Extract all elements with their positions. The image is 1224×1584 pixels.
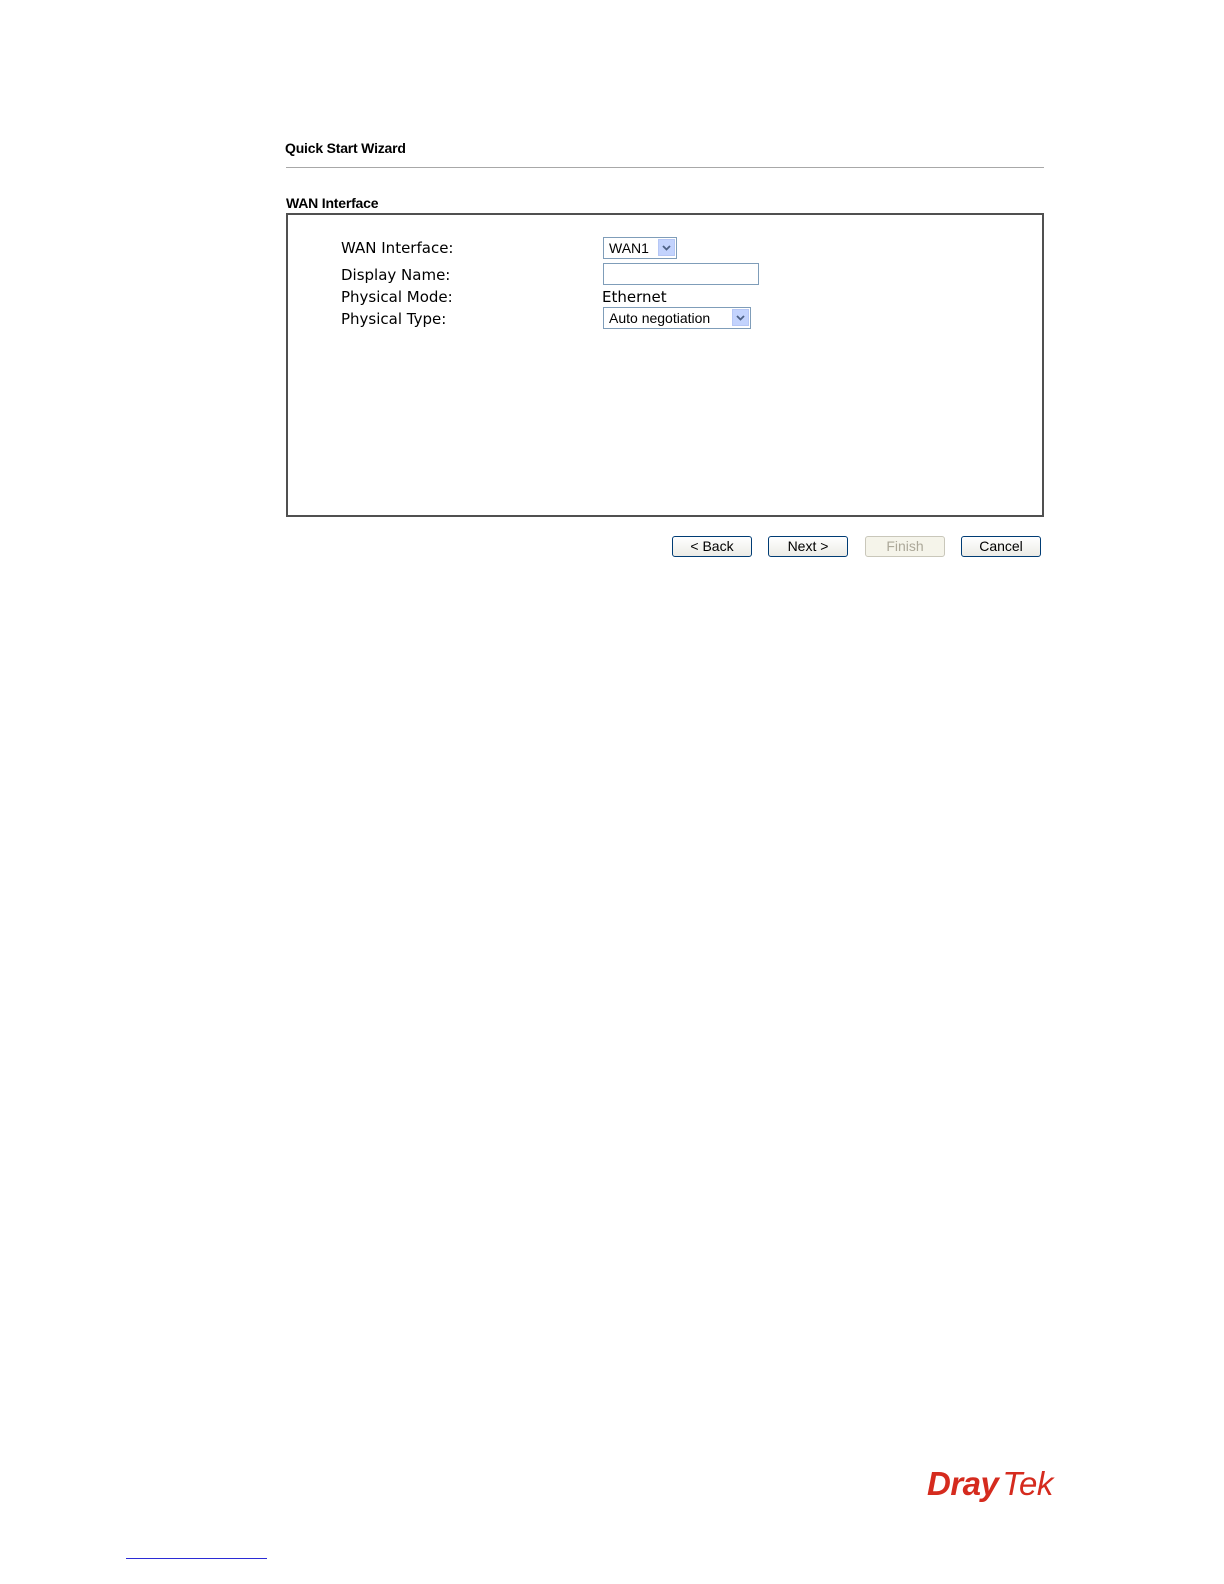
physical-mode-value: Ethernet xyxy=(602,288,667,306)
draytek-logo: Dray Tek xyxy=(927,1465,1053,1503)
physical-type-selected-value: Auto negotiation xyxy=(609,310,711,326)
back-button[interactable]: < Back xyxy=(672,536,752,557)
next-button[interactable]: Next > xyxy=(768,536,848,557)
wan-interface-select[interactable]: WAN1 xyxy=(603,237,677,259)
section-title: WAN Interface xyxy=(286,195,379,211)
logo-text-dray: Dray xyxy=(927,1465,999,1502)
footer-divider xyxy=(126,1558,267,1559)
title-divider xyxy=(286,167,1044,168)
chevron-down-icon[interactable] xyxy=(732,309,749,326)
physical-type-label: Physical Type: xyxy=(341,310,447,328)
wan-interface-selected-value: WAN1 xyxy=(609,240,649,256)
physical-type-select[interactable]: Auto negotiation xyxy=(603,307,751,329)
wan-interface-label: WAN Interface: xyxy=(341,239,454,257)
physical-mode-label: Physical Mode: xyxy=(341,288,453,306)
finish-button-disabled: Finish xyxy=(865,536,945,557)
display-name-input[interactable] xyxy=(603,263,759,285)
page-title: Quick Start Wizard xyxy=(285,140,406,156)
chevron-down-icon[interactable] xyxy=(658,239,675,256)
cancel-button[interactable]: Cancel xyxy=(961,536,1041,557)
display-name-label: Display Name: xyxy=(341,266,451,284)
logo-text-tek: Tek xyxy=(1002,1465,1053,1502)
